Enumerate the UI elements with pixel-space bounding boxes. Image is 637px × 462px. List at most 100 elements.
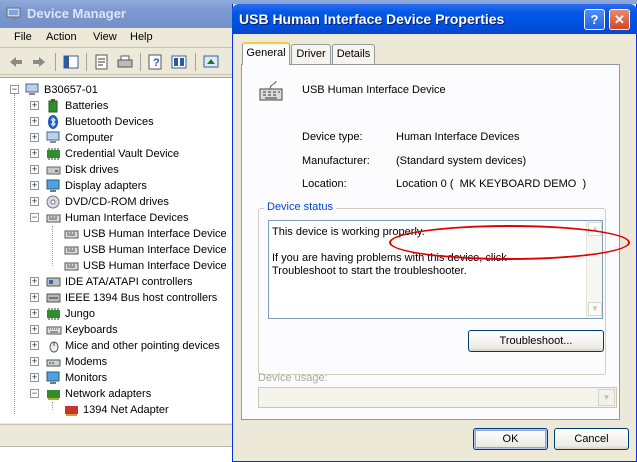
expand-icon[interactable]: + (30, 357, 39, 366)
expand-icon[interactable]: + (30, 277, 39, 286)
battery-icon (48, 99, 58, 113)
tree-child-item[interactable]: USB Human Interface Device (64, 242, 232, 258)
expand-icon[interactable]: + (30, 165, 39, 174)
tree-item-label: Monitors (65, 372, 108, 384)
tree-item[interactable]: + DVD/CD-ROM drives (30, 194, 230, 210)
location-value: Location 0 ( MK KEYBOARD DEMO ) (396, 178, 587, 190)
tree-child-label: USB Human Interface Device (83, 244, 227, 256)
tree-item-label: Human Interface Devices (65, 212, 189, 224)
expand-icon[interactable]: + (30, 149, 39, 158)
expand-icon[interactable]: + (30, 117, 39, 126)
network-card-icon (65, 406, 78, 416)
show-hide-tree-icon[interactable] (62, 53, 80, 71)
cancel-button[interactable]: Cancel (554, 428, 629, 450)
tree-item-label: Modems (65, 356, 108, 368)
expand-icon[interactable]: + (30, 133, 39, 142)
chip-icon (47, 148, 60, 160)
display-adapter-icon (46, 179, 60, 192)
hid-device-icon (64, 230, 79, 239)
scroll-down-icon[interactable]: ▼ (588, 302, 602, 316)
expand-icon[interactable]: + (30, 373, 39, 382)
dialog-titlebar[interactable]: USB Human Interface Device Properties ? … (232, 4, 637, 34)
troubleshoot-button[interactable]: Troubleshoot... (468, 330, 604, 352)
device-usage-select[interactable]: ▼ (258, 387, 617, 408)
menu-view[interactable]: View (93, 31, 117, 43)
hid-device-icon (64, 246, 79, 255)
collapse-icon[interactable]: − (30, 213, 39, 222)
svg-text:?: ? (153, 57, 160, 69)
monitor-icon (46, 371, 60, 384)
forward-arrow-icon[interactable] (30, 53, 48, 71)
general-tab-panel: USB Human Interface Device Device type: … (241, 64, 630, 420)
computer-icon (25, 83, 39, 95)
mouse-icon (49, 341, 59, 353)
view-icon[interactable] (170, 53, 188, 71)
highlight-ellipse (389, 225, 630, 260)
tab-driver[interactable]: Driver (291, 44, 331, 64)
tree-child-item[interactable]: 1394 Net Adapter (64, 402, 232, 418)
tree-child-label: 1394 Net Adapter (83, 404, 169, 416)
tree-item[interactable]: + Jungo (30, 306, 230, 322)
tree-item[interactable]: + Mice and other pointing devices (30, 338, 230, 354)
help-button[interactable]: ? (584, 9, 605, 30)
expand-icon[interactable]: + (30, 309, 39, 318)
back-arrow-icon[interactable] (7, 53, 25, 71)
expand-icon[interactable]: + (30, 341, 39, 350)
tree-item[interactable]: + Keyboards (30, 322, 230, 338)
help-icon[interactable]: ? (147, 53, 165, 71)
expand-icon[interactable]: + (30, 293, 39, 302)
tree-item[interactable]: − Network adapters (30, 386, 230, 402)
menu-file[interactable]: File (14, 31, 32, 43)
expand-icon[interactable]: + (30, 101, 39, 110)
expand-icon[interactable]: + (30, 181, 39, 190)
tree-item[interactable]: + Batteries (30, 98, 230, 114)
tree-item-label: IDE ATA/ATAPI controllers (65, 276, 193, 288)
tree-item[interactable]: + Credential Vault Device (30, 146, 230, 162)
tree-item[interactable]: + Monitors (30, 370, 230, 386)
collapse-icon[interactable]: − (10, 85, 19, 94)
tree-child-item[interactable]: USB Human Interface Device (64, 226, 232, 242)
status-bar (0, 424, 232, 446)
manufacturer-value: (Standard system devices) (396, 155, 527, 167)
print-icon[interactable] (116, 53, 134, 71)
modem-icon (46, 359, 61, 367)
device-type-label: Device type: (302, 131, 363, 143)
hid-device-icon (64, 262, 79, 271)
tab-general[interactable]: General (242, 42, 290, 65)
tree-child-item[interactable]: USB Human Interface Device (64, 258, 232, 274)
bluetooth-icon (48, 115, 58, 129)
keyboard-icon (46, 326, 62, 335)
tree-item[interactable]: + Bluetooth Devices (30, 114, 230, 130)
tree-item[interactable]: − Human Interface Devices (30, 210, 230, 226)
network-adapter-icon (47, 390, 60, 400)
properties-icon[interactable] (93, 53, 111, 71)
expand-icon[interactable]: + (30, 197, 39, 206)
tree-item[interactable]: + Display adapters (30, 178, 230, 194)
menu-action[interactable]: Action (46, 31, 77, 43)
toolbar-separator (140, 53, 141, 71)
chip-icon (47, 308, 60, 320)
device-name: USB Human Interface Device (302, 84, 446, 96)
menu-help[interactable]: Help (130, 31, 153, 43)
tree-item[interactable]: + IEEE 1394 Bus host controllers (30, 290, 230, 306)
computer-icon (46, 131, 60, 143)
update-driver-icon[interactable] (202, 53, 220, 71)
device-tree[interactable]: − B30657-01 + Batteries + Bluetooth Devi… (0, 77, 232, 423)
tree-root[interactable]: − B30657-01 (10, 82, 210, 98)
toolbar-separator (195, 53, 196, 71)
expand-icon[interactable]: + (30, 325, 39, 334)
cdrom-icon (46, 195, 60, 209)
tree-item[interactable]: + Modems (30, 354, 230, 370)
tree-item-label: Credential Vault Device (65, 148, 180, 160)
ok-button[interactable]: OK (473, 428, 548, 450)
tree-item[interactable]: + Disk drives (30, 162, 230, 178)
manufacturer-label: Manufacturer: (302, 155, 370, 167)
close-button[interactable]: ✕ (609, 9, 630, 30)
tree-item-label: Batteries (65, 100, 109, 112)
chevron-down-icon[interactable]: ▼ (598, 389, 615, 406)
tree-item[interactable]: + IDE ATA/ATAPI controllers (30, 274, 230, 290)
tab-details[interactable]: Details (332, 44, 375, 64)
collapse-icon[interactable]: − (30, 389, 39, 398)
tree-root-label: B30657-01 (44, 84, 98, 96)
tree-item[interactable]: + Computer (30, 130, 230, 146)
